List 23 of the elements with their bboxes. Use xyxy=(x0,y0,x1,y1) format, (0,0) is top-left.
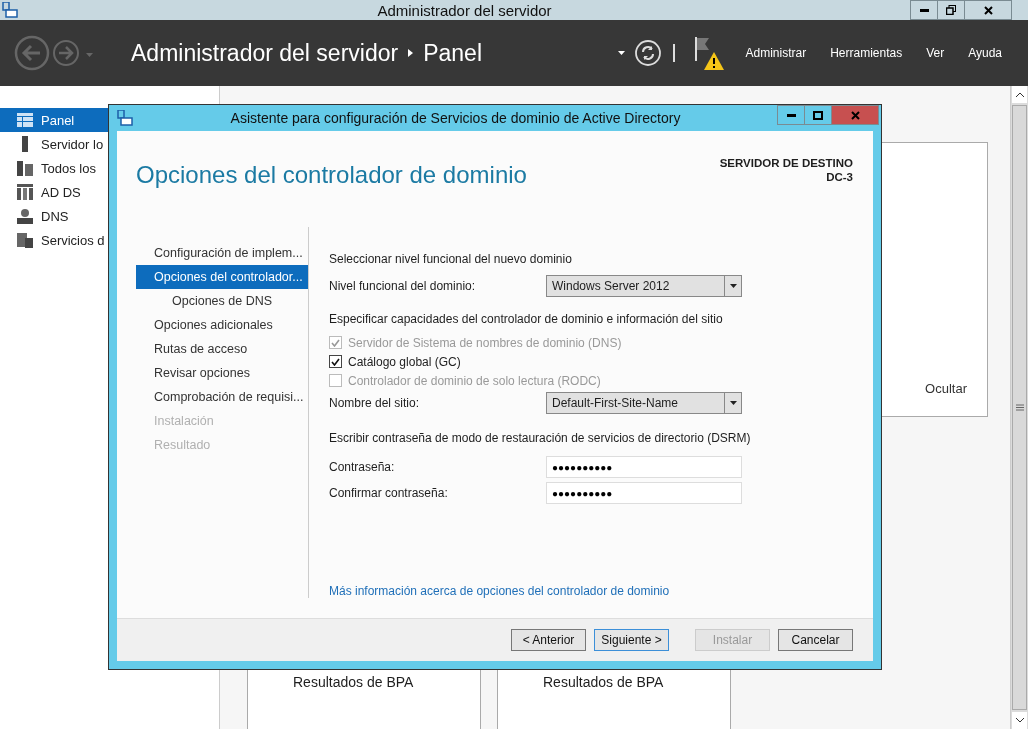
dialog-button: Instalar xyxy=(695,629,770,651)
sidebar-label: Todos los xyxy=(41,160,96,176)
wizard-step: Resultado xyxy=(136,433,308,457)
target-server: DC-3 xyxy=(826,171,853,183)
sidebar-label: Servicios d xyxy=(41,232,105,248)
sidebar-label: AD DS xyxy=(41,184,81,200)
target-label: SERVIDOR DE DESTINO xyxy=(719,157,853,169)
wizard-step: Instalación xyxy=(136,409,308,433)
field-label: Nivel funcional del dominio: xyxy=(329,279,477,293)
section-heading: Especificar capacidades del controlador de dominio e información del sitio xyxy=(329,311,724,328)
sidebar-label: Servidor lo xyxy=(41,136,104,152)
field-label: Nombre del sitio: xyxy=(329,396,421,410)
section-heading: Escribir contraseña de modo de restauración de servicios de directorio (DSRM) xyxy=(329,430,752,447)
field-label: Confirmar contraseña: xyxy=(329,486,449,500)
breadcrumb-item: Panel xyxy=(423,39,482,67)
field-label: Contraseña: xyxy=(329,460,396,474)
sidebar-label: Panel xyxy=(41,112,75,128)
dialog-title: Asistente para configuración de Servicios de dominio de Active Directory xyxy=(229,110,682,126)
sidebar-label: DNS xyxy=(41,208,69,224)
window-title: Administrador del servidor xyxy=(376,1,553,19)
section-heading: Seleccionar nivel funcional del nuevo dominio xyxy=(329,251,573,268)
breadcrumb-item: Administrador del servidor xyxy=(131,39,399,67)
page-heading: Opciones del controlador de dominio xyxy=(136,161,527,190)
